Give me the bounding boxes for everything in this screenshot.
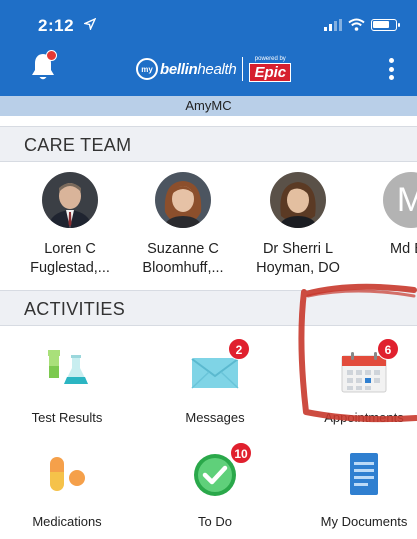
- member-name-line2: Fuglestad,...: [30, 260, 110, 276]
- status-icons: [324, 18, 400, 31]
- member-name-line2: Bloomhuff,...: [142, 260, 224, 276]
- logo-epic-block: powered by Epic: [249, 56, 292, 82]
- activities-grid: Test Results 2 Messages 6 Appointments M…: [0, 326, 417, 539]
- calendar-icon: 6: [339, 338, 399, 396]
- menu-dot: [388, 66, 394, 72]
- checkmark-icon: 10: [190, 442, 252, 500]
- care-team-member[interactable]: M Md Be MI: [356, 172, 417, 278]
- tile-label: Messages: [185, 410, 245, 425]
- tile-label: Medications: [32, 514, 102, 529]
- appointments-badge: 6: [377, 338, 399, 360]
- tile-label: Test Results: [31, 410, 103, 425]
- logo-bellin: bellin: [160, 60, 198, 78]
- my-documents-tile[interactable]: My Documents: [299, 450, 417, 529]
- location-arrow-icon: [84, 18, 96, 30]
- medications-tile[interactable]: Medications: [2, 450, 132, 529]
- avatar: [270, 172, 326, 228]
- app-header: 2:12 my bellin health powered by Epic: [0, 0, 417, 96]
- care-team-list: Loren C Fuglestad,... Suzanne C Bloomhuf…: [0, 166, 417, 290]
- care-team-member[interactable]: Dr Sherri L Hoyman, DO: [243, 172, 353, 278]
- wifi-icon: [348, 18, 365, 31]
- care-team-member[interactable]: Loren C Fuglestad,...: [15, 172, 125, 278]
- logo-epic: Epic: [249, 63, 292, 82]
- to-do-badge: 10: [230, 442, 252, 464]
- activities-title: ACTIVITIES: [24, 299, 126, 319]
- care-team-member[interactable]: Suzanne C Bloomhuff,...: [128, 172, 238, 278]
- avatar: [155, 172, 211, 228]
- battery-level: [373, 20, 389, 28]
- messages-tile[interactable]: 2 Messages: [150, 338, 280, 425]
- envelope-icon: 2: [190, 338, 250, 396]
- avatar: [42, 172, 98, 228]
- to-do-tile[interactable]: 10 To Do: [150, 442, 280, 529]
- tile-label: To Do: [198, 514, 232, 529]
- member-name-line1: Dr Sherri L: [262, 241, 334, 257]
- menu-dot: [388, 75, 394, 80]
- member-name-line1: Suzanne C: [147, 241, 219, 257]
- bellin-health-epic-logo: my bellin health powered by Epic: [136, 56, 292, 82]
- logo-my-mark: my: [136, 58, 158, 80]
- tile-label: My Documents: [320, 514, 408, 529]
- activities-header: ACTIVITIES: [0, 290, 417, 326]
- tile-label: Appointments: [324, 410, 404, 425]
- logo-divider: [242, 57, 244, 81]
- logo-health: health: [197, 60, 237, 78]
- menu-dot: [388, 58, 394, 63]
- nav-bar: my bellin health powered by Epic: [0, 44, 417, 94]
- member-name-line2: Hoyman, DO: [256, 260, 340, 276]
- member-name-line2: MI: [356, 259, 417, 278]
- document-icon: [339, 450, 389, 500]
- avatar-initial: M: [383, 172, 417, 228]
- care-team-title: CARE TEAM: [24, 135, 132, 155]
- status-time: 2:12: [38, 16, 75, 35]
- member-name-line1: Loren C: [44, 241, 96, 257]
- member-name-line1: Md Be: [390, 241, 417, 257]
- appointments-tile[interactable]: 6 Appointments: [299, 338, 417, 425]
- logo-powered-by: powered by: [254, 56, 286, 62]
- battery-icon: [371, 18, 400, 31]
- messages-badge: 2: [228, 338, 250, 360]
- pill-capsule-icon: [42, 450, 92, 500]
- status-bar: 2:12: [0, 0, 417, 40]
- signal-icon: [324, 18, 342, 31]
- account-switcher[interactable]: AmyMC: [0, 96, 417, 116]
- overflow-menu-icon[interactable]: [387, 58, 395, 80]
- notification-dot: [46, 50, 57, 61]
- care-team-header: CARE TEAM: [0, 126, 417, 162]
- test-results-icon: [42, 346, 92, 396]
- test-results-tile[interactable]: Test Results: [2, 346, 132, 425]
